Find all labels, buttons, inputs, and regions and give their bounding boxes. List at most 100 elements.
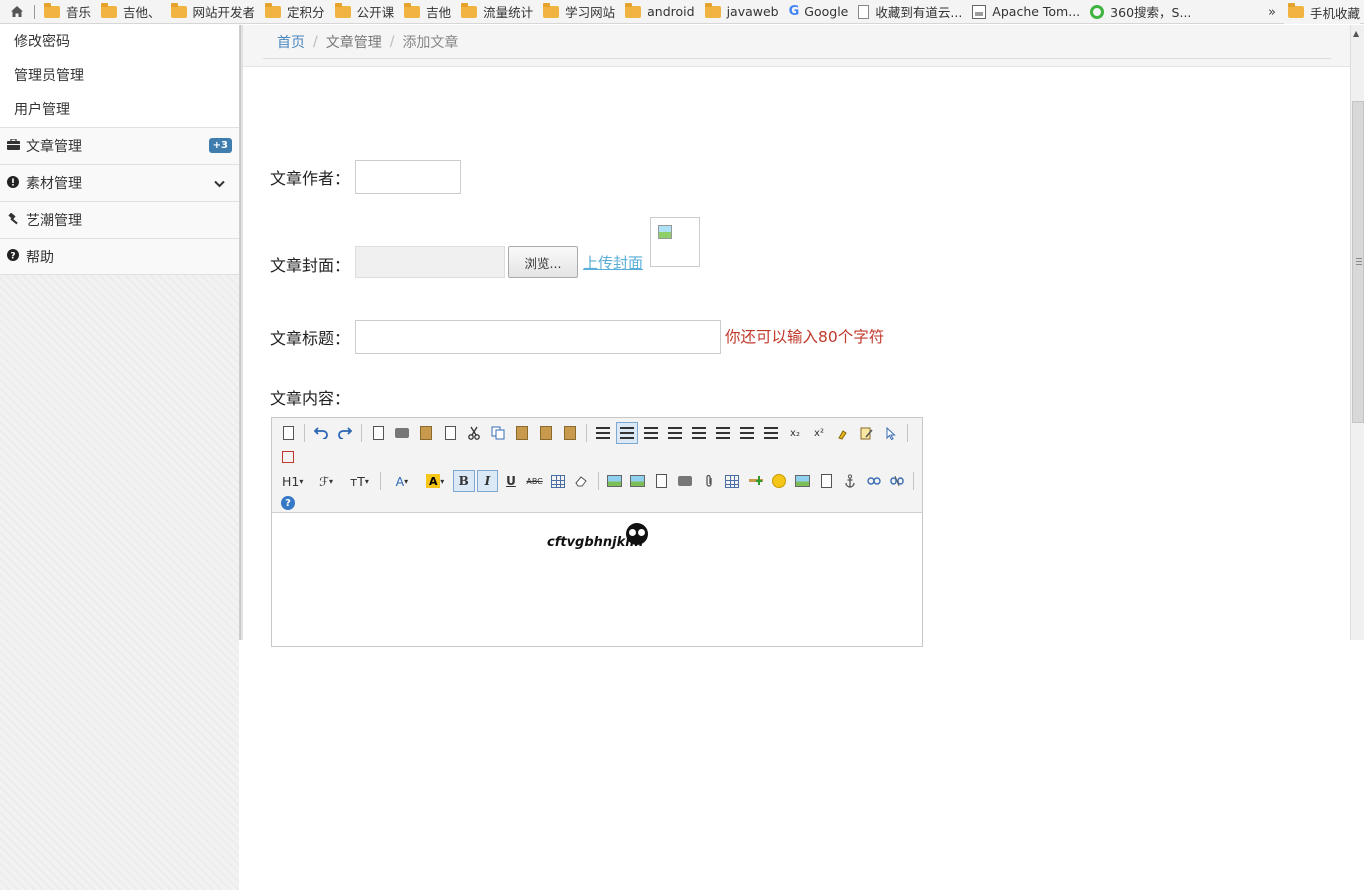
- sidebar: 修改密码 管理员管理 用户管理 文章管理 +3 素材管理 艺潮管理 ? 帮助: [0, 25, 240, 890]
- breadcrumb-section[interactable]: 文章管理: [326, 32, 382, 52]
- bookmark-item-mobile[interactable]: 手机收藏: [1284, 0, 1361, 24]
- media-icon[interactable]: [674, 470, 696, 492]
- sidebar-item-label: 素材管理: [26, 176, 82, 192]
- scrollbar-thumb[interactable]: [1352, 101, 1364, 423]
- help-icon: ?: [281, 496, 295, 510]
- unlink-icon[interactable]: [886, 470, 908, 492]
- cover-file-field[interactable]: [355, 246, 505, 278]
- ordered-list-icon[interactable]: [688, 422, 710, 444]
- scroll-up-arrow-icon[interactable]: ▲: [1353, 29, 1359, 38]
- heading-dropdown[interactable]: H1 ▾: [277, 470, 308, 492]
- bookmark-item[interactable]: 音乐: [39, 0, 96, 23]
- image-icon[interactable]: [792, 470, 814, 492]
- bookmark-item[interactable]: android: [620, 0, 699, 23]
- editor-content-area[interactable]: cftvgbhnjkml: [272, 513, 922, 646]
- print-icon[interactable]: [391, 422, 413, 444]
- font-size-dropdown[interactable]: ᴛT ▾: [344, 470, 375, 492]
- superscript-button[interactable]: x²: [808, 422, 830, 444]
- paste-icon[interactable]: [511, 422, 533, 444]
- toolbar-separator: [304, 424, 305, 442]
- fullscreen-icon[interactable]: [277, 446, 299, 468]
- 360-search-icon: [1090, 4, 1105, 19]
- font-color-dropdown[interactable]: A ▾: [386, 470, 417, 492]
- paste-word-icon[interactable]: [559, 422, 581, 444]
- bookmark-item[interactable]: 收藏到有道云...: [853, 0, 967, 23]
- align-left-icon[interactable]: [592, 422, 614, 444]
- paste-text-icon[interactable]: [535, 422, 557, 444]
- align-right-icon[interactable]: [640, 422, 662, 444]
- broken-image-icon: [658, 225, 672, 239]
- home-icon[interactable]: [0, 0, 34, 23]
- pointer-icon[interactable]: [880, 422, 902, 444]
- anchor-icon[interactable]: [839, 470, 861, 492]
- highlight-dropdown[interactable]: A ▾: [420, 470, 451, 492]
- source-code-icon[interactable]: [277, 422, 299, 444]
- bookmarks-overflow-button[interactable]: »: [1262, 0, 1282, 24]
- link-icon[interactable]: [863, 470, 885, 492]
- sidebar-item-materials[interactable]: 素材管理: [0, 164, 239, 201]
- cut-icon[interactable]: [463, 422, 485, 444]
- bookmark-item[interactable]: 学习网站: [538, 0, 620, 23]
- sidebar-item-help[interactable]: ? 帮助: [0, 238, 239, 275]
- table-icon[interactable]: [721, 470, 743, 492]
- subscript-button[interactable]: x₂: [784, 422, 806, 444]
- template-icon[interactable]: [415, 422, 437, 444]
- undo-icon[interactable]: [310, 422, 332, 444]
- folder-icon: [543, 2, 560, 18]
- bookmark-item[interactable]: 360搜索，S...: [1085, 0, 1196, 23]
- sidebar-subitem-change-password[interactable]: 修改密码: [0, 25, 239, 59]
- clipboard-icon: [516, 426, 528, 440]
- underline-button[interactable]: U: [500, 470, 522, 492]
- bookmark-item[interactable]: 定积分: [260, 0, 330, 23]
- page-break-icon[interactable]: [816, 470, 838, 492]
- preview-icon[interactable]: [367, 422, 389, 444]
- folder-icon: [1288, 3, 1304, 18]
- bookmark-label: 公开课: [356, 5, 395, 20]
- page-scrollbar[interactable]: ▲: [1350, 25, 1364, 640]
- title-input[interactable]: [355, 320, 721, 354]
- unordered-list-icon[interactable]: [712, 422, 734, 444]
- copy-icon[interactable]: [487, 422, 509, 444]
- bookmark-item[interactable]: 吉他、: [96, 0, 166, 23]
- eraser-icon[interactable]: [571, 470, 593, 492]
- code-icon[interactable]: [439, 422, 461, 444]
- select-all-icon[interactable]: [856, 422, 878, 444]
- italic-button[interactable]: I: [476, 470, 499, 492]
- sidebar-item-articles[interactable]: 文章管理 +3: [0, 127, 239, 164]
- author-input[interactable]: [355, 160, 461, 194]
- emoticon-icon[interactable]: [769, 470, 791, 492]
- browse-button[interactable]: 浏览...: [508, 246, 578, 278]
- insert-row-icon[interactable]: [603, 470, 625, 492]
- align-justify-icon[interactable]: [664, 422, 686, 444]
- clear-format-icon[interactable]: [832, 422, 854, 444]
- help-button[interactable]: ?: [277, 492, 299, 514]
- upload-cover-link[interactable]: 上传封面: [583, 252, 643, 273]
- redo-icon[interactable]: [334, 422, 356, 444]
- breadcrumb-home-link[interactable]: 首页: [277, 32, 305, 52]
- sidebar-item-yichao[interactable]: 艺潮管理: [0, 201, 239, 238]
- sidebar-subitem-admin-management[interactable]: 管理员管理: [0, 59, 239, 93]
- flash-icon[interactable]: [651, 470, 673, 492]
- bold-button[interactable]: B: [452, 470, 475, 492]
- strikethrough-button[interactable]: ABC: [524, 470, 546, 492]
- bookmark-item[interactable]: javaweb: [700, 0, 784, 23]
- bookmark-item[interactable]: 网站开发者: [166, 0, 261, 23]
- bookmark-item[interactable]: 吉他: [399, 0, 456, 23]
- align-center-icon[interactable]: [616, 422, 638, 444]
- toolbar-separator: [361, 424, 362, 442]
- font-family-dropdown[interactable]: ℱ ▾: [310, 470, 341, 492]
- insert-frame-icon[interactable]: [627, 470, 649, 492]
- bookmark-item[interactable]: G Google: [784, 0, 854, 23]
- editor-toolbar: x₂ x² H1 ▾ ℱ ▾ ᴛT ▾ A ▾ A ▾ B I U ABC ?: [272, 418, 922, 513]
- page-icon: [858, 4, 870, 19]
- scrollbar-grip-icon: [1356, 258, 1362, 265]
- bookmark-item[interactable]: 流量统计: [456, 0, 538, 23]
- sidebar-subitem-user-management[interactable]: 用户管理: [0, 93, 239, 127]
- bookmark-item[interactable]: 公开课: [330, 0, 400, 23]
- hr-icon[interactable]: [745, 470, 767, 492]
- indent-icon[interactable]: [736, 422, 758, 444]
- attachment-icon[interactable]: [698, 470, 720, 492]
- bookmark-item[interactable]: Apache Tom...: [967, 0, 1085, 23]
- outdent-icon[interactable]: [760, 422, 782, 444]
- dotted-border-icon[interactable]: [547, 470, 569, 492]
